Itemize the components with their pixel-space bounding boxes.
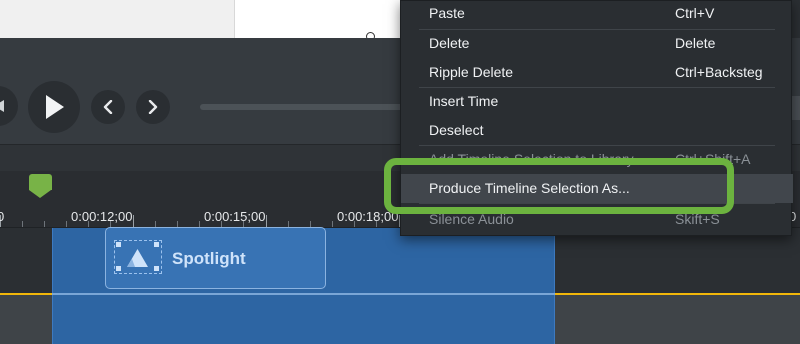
next-frame-button[interactable] (136, 90, 170, 124)
menu-item-label: Insert Time (429, 93, 499, 109)
canvas-area (235, 0, 405, 38)
play-button[interactable] (28, 81, 80, 133)
clip-label: Spotlight (172, 249, 246, 268)
chevron-left-icon (103, 100, 113, 114)
ruler-label: 0:00:15;00 (204, 209, 266, 224)
menu-item-shortcut: Delete (675, 35, 716, 51)
menu-item-label: Paste (429, 5, 465, 21)
spotlight-icon (114, 240, 162, 274)
menu-item-label: Deselect (429, 122, 484, 138)
menu-item-shortcut: Ctrl+V (675, 5, 715, 21)
chevron-right-icon (148, 100, 158, 114)
callout-highlight-frame (384, 158, 734, 214)
menu-item-insert-time[interactable]: Insert Time (401, 87, 793, 116)
rewind-icon (0, 100, 4, 112)
ruler-label: 0 (0, 209, 5, 224)
menu-item-deselect[interactable]: Deselect (401, 116, 793, 145)
playhead-handle[interactable] (29, 174, 52, 198)
menu-item-shortcut: Ctrl+Backsteg (675, 64, 763, 80)
previous-frame-button[interactable] (91, 90, 125, 124)
canvas-area-left (0, 0, 235, 38)
ruler-label: 0:00:12;00 (71, 209, 133, 224)
menu-item-delete[interactable]: Delete Delete (401, 29, 793, 58)
playback-scrubber[interactable] (200, 104, 420, 110)
menu-item-label: Delete (429, 35, 470, 51)
menu-item-paste[interactable]: Paste Ctrl+V (401, 0, 793, 28)
menu-item-ripple-delete[interactable]: Ripple Delete Ctrl+Backsteg (401, 58, 793, 87)
menu-item-label: Ripple Delete (429, 64, 514, 80)
play-icon (46, 95, 64, 119)
selection-divider (52, 293, 555, 295)
